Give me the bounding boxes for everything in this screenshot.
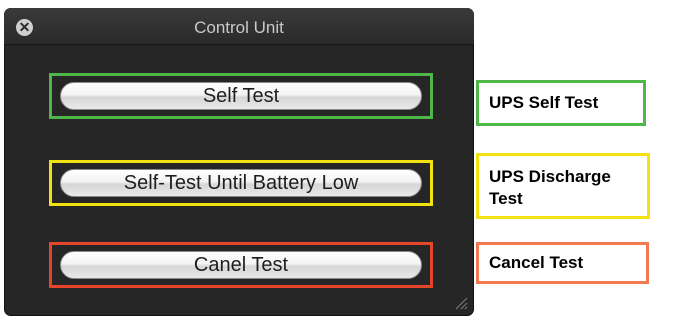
cancel-test-highlight: Canel Test (49, 242, 433, 288)
self-test-until-battery-low-button[interactable]: Self-Test Until Battery Low (60, 169, 422, 197)
control-unit-window: ✕ Control Unit Self Test Self-Test Until… (4, 8, 474, 316)
ups-discharge-test-callout: UPS Discharge Test (476, 153, 650, 219)
self-test-button[interactable]: Self Test (60, 82, 422, 110)
cancel-test-callout: Cancel Test (476, 242, 649, 284)
resize-grip-icon[interactable] (454, 296, 468, 310)
cancel-test-button[interactable]: Canel Test (60, 251, 422, 279)
ups-self-test-callout: UPS Self Test (476, 80, 646, 126)
title-bar[interactable]: ✕ Control Unit (4, 8, 474, 45)
self-test-highlight: Self Test (49, 73, 433, 119)
window-title: Control Unit (194, 18, 284, 37)
battery-low-test-highlight: Self-Test Until Battery Low (49, 160, 433, 206)
